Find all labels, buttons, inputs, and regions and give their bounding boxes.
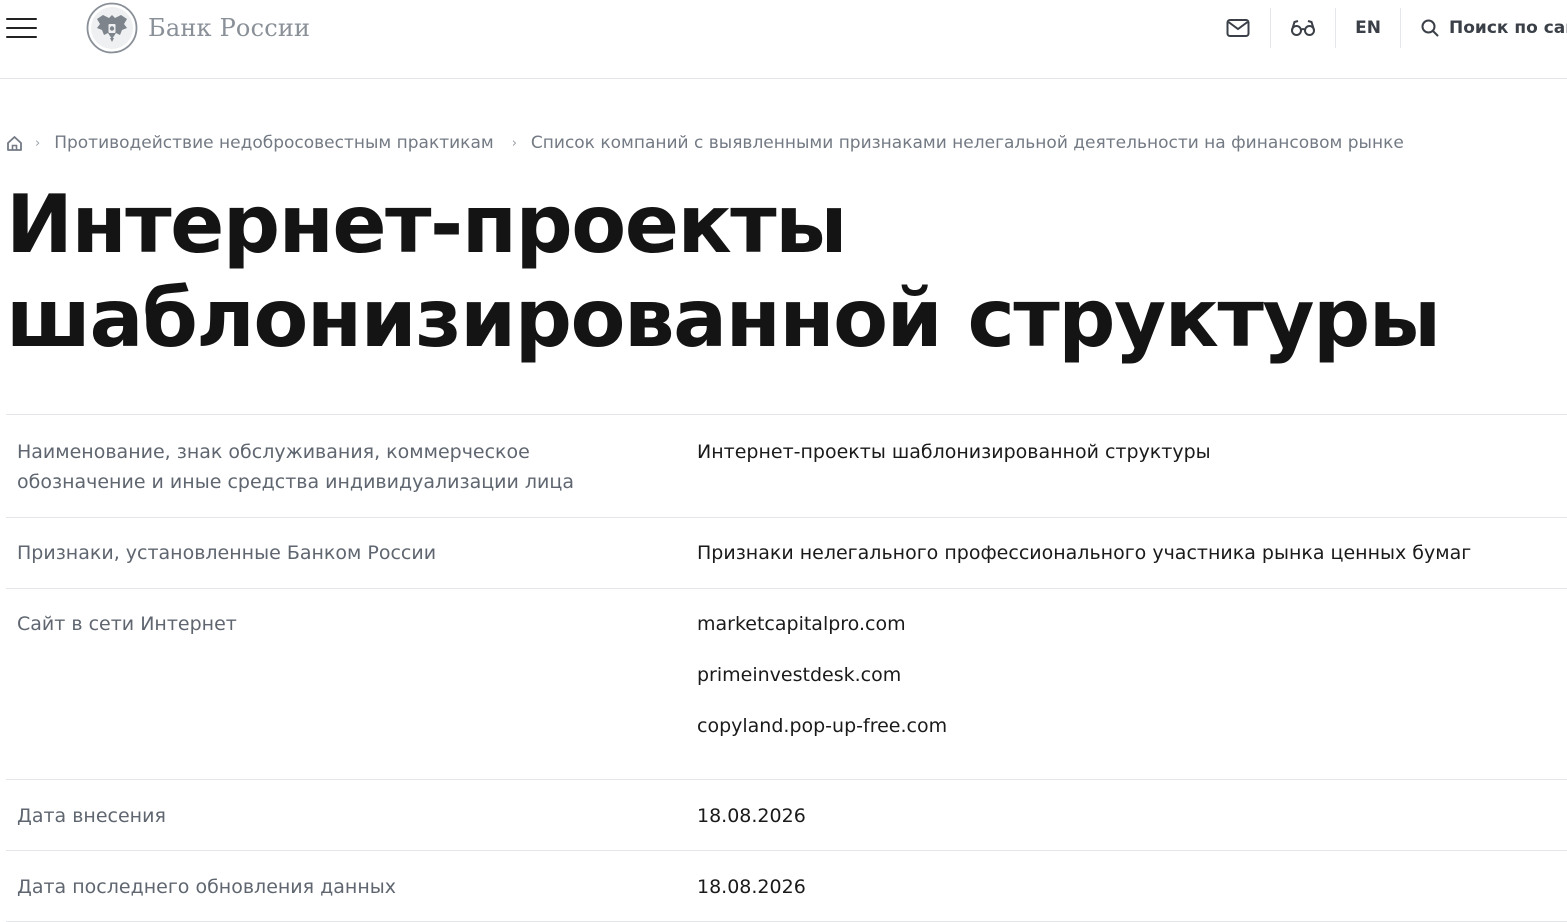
accessibility-button[interactable] xyxy=(1271,0,1335,56)
breadcrumb-link[interactable]: Противодействие недобросовестным практик… xyxy=(54,133,494,153)
logo-text: Банк России xyxy=(148,14,311,42)
row-value: Интернет-проекты шаблонизированной струк… xyxy=(697,441,1211,463)
chevron-right-icon: › xyxy=(35,135,41,151)
site-header: Банк России EN Поиск по са xyxy=(0,0,1567,79)
row-label: Дата внесения xyxy=(17,805,166,827)
breadcrumb-link[interactable]: Список компаний с выявленными признаками… xyxy=(531,133,1404,153)
row-label: Сайт в сети Интернет xyxy=(17,613,237,635)
page-title: Интернет-проекты шаблонизированной струк… xyxy=(6,178,1441,365)
site-list: marketcapitalpro.com primeinvestdesk.com… xyxy=(697,609,947,762)
site-item: primeinvestdesk.com xyxy=(697,664,902,686)
table-row: Сайт в сети Интернет marketcapitalpro.co… xyxy=(6,589,1567,780)
glasses-icon xyxy=(1291,20,1315,36)
site-item: copyland.pop-up-free.com xyxy=(697,715,948,737)
language-switch[interactable]: EN xyxy=(1336,0,1400,56)
row-label: Признаки, установленные Банком России xyxy=(17,542,437,564)
breadcrumb: › Противодействие недобросовестным практ… xyxy=(6,133,1404,153)
row-label: Дата последнего обновления данных xyxy=(17,876,396,898)
double-headed-eagle-icon xyxy=(86,2,138,54)
header-tools: EN Поиск по сайту xyxy=(1206,0,1567,56)
hamburger-icon[interactable] xyxy=(6,15,38,41)
table-row: Дата последнего обновления данных 18.08.… xyxy=(6,851,1567,922)
row-value: 18.08.2026 xyxy=(697,805,806,827)
bank-logo[interactable]: Банк России xyxy=(86,2,310,54)
home-icon[interactable] xyxy=(6,135,23,152)
table-row: Наименование, знак обслуживания, коммерч… xyxy=(6,415,1567,518)
details-table: Наименование, знак обслуживания, коммерч… xyxy=(6,414,1567,922)
row-value: Признаки нелегального профессионального … xyxy=(697,542,1472,564)
search-button[interactable]: Поиск по сайту xyxy=(1401,0,1567,56)
site-item: marketcapitalpro.com xyxy=(697,613,906,635)
table-row: Признаки, установленные Банком России Пр… xyxy=(6,518,1567,589)
search-icon xyxy=(1421,19,1439,37)
row-value: 18.08.2026 xyxy=(697,876,806,898)
mail-icon xyxy=(1226,19,1250,37)
mail-button[interactable] xyxy=(1206,0,1270,56)
chevron-right-icon: › xyxy=(511,135,517,151)
search-label: Поиск по сайту xyxy=(1449,18,1567,38)
table-row: Дата внесения 18.08.2026 xyxy=(6,780,1567,851)
row-label: Наименование, знак обслуживания, коммерч… xyxy=(17,441,574,493)
